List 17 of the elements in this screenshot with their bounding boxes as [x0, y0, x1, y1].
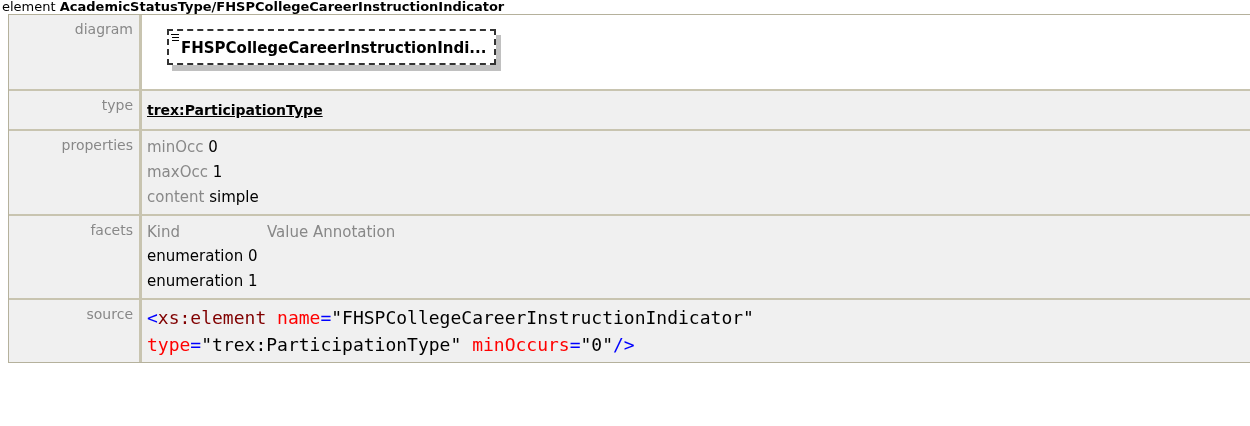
row-label: facets — [90, 222, 133, 238]
facet-line: enumeration 1 — [147, 271, 259, 292]
source-code-line: type="trex:ParticipationType" minOccurs="0"/> — [147, 333, 636, 357]
source-code-line: <xs:element name="FHSPCollegeCareerInstructionIndicator" — [147, 306, 755, 330]
column-header: Value Annotation — [267, 222, 396, 243]
row-label: type — [101, 97, 133, 113]
page-heading: element AcademicStatusType/FHSPCollegeCareerInstructionIndicator — [1, 0, 506, 14]
row-label: source — [86, 306, 133, 322]
property-line: minOcc 0 — [147, 137, 219, 158]
facet-line: enumeration 0 — [147, 246, 259, 267]
column-header: Kind — [147, 222, 182, 243]
property-line: maxOcc 1 — [147, 162, 224, 183]
lines-icon — [171, 34, 179, 41]
row-label: diagram — [74, 21, 133, 37]
type-link[interactable]: trex:ParticipationType — [147, 102, 323, 118]
row-label: properties — [61, 137, 133, 153]
property-line: content simple — [147, 187, 260, 208]
